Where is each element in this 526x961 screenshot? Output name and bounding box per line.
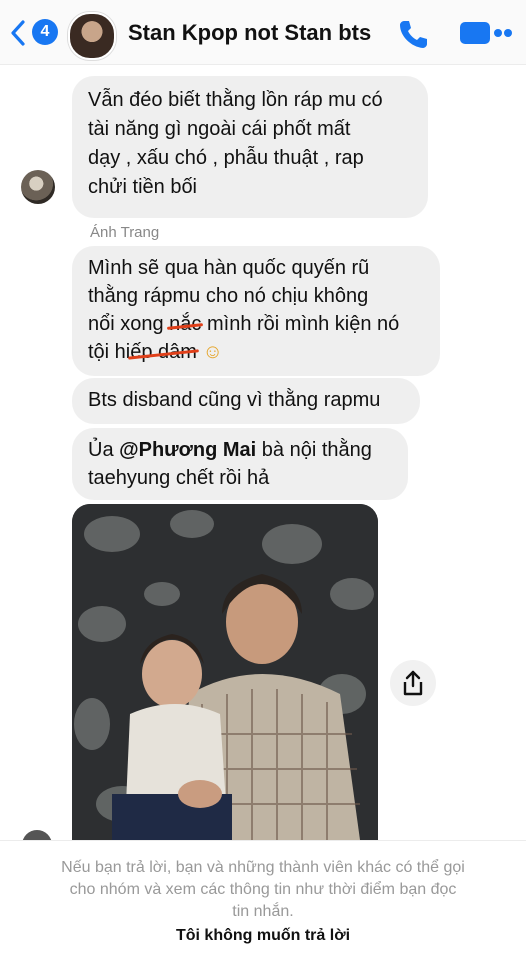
message-text: taehyung chết rồi hả [88,467,270,489]
scribbled-word: ếp dâm [130,338,197,366]
group-avatar[interactable] [68,12,116,60]
smiling-emoji: ☺ [196,341,223,363]
message-text: Bts disband cũng vì thằng rapmu [88,389,381,411]
phone-icon[interactable] [397,18,429,50]
message-text: Ủa @Phương Mai bà nội thằng [88,436,392,464]
scribbled-word: nắc [169,310,201,338]
mention-link[interactable]: @Phương Mai [119,439,256,461]
decline-reply-button[interactable]: Tôi không muốn trả lời [0,927,526,945]
notice-text: Nếu bạn trả lời, bạn và những thành viên… [61,859,465,876]
message-text: dạy , xấu chó , phẫu thuật , rap [88,147,364,169]
video-camera-icon[interactable] [458,19,514,47]
message-text: chửi tiền bối [88,176,198,198]
message-text: Ủa [88,439,120,461]
notice-text: tin nhắn. [232,903,294,920]
notice-text: cho nhóm và xem các thông tin như thời đ… [69,881,457,898]
back-button[interactable]: 4 [10,18,58,48]
photo-image [72,504,378,840]
message-bubble[interactable]: Mình sẽ qua hàn quốc quyến rũ thằng rápm… [72,246,440,376]
message-text: tài năng gì ngoài cái phốt mất [88,118,351,140]
sender-avatar[interactable] [22,830,52,840]
sender-avatar[interactable] [21,170,55,204]
chat-title[interactable]: Stan Kpop not Stan bts [128,20,371,46]
reply-notice: Nếu bạn trả lời, bạn và những thành viên… [30,857,496,923]
message-text: Mình sẽ qua hàn quốc quyến rũ [88,257,370,279]
message-text: nổi xong [88,313,170,335]
message-text: tội hi [88,341,131,363]
message-text: mình rồi mình kiện nó [201,313,400,335]
message-text: Vẫn đéo biết thằng lồn ráp mu có [88,89,383,111]
message-bubble[interactable]: Vẫn đéo biết thằng lồn ráp mu có tài năn… [72,76,428,218]
back-chevron-icon [11,20,25,46]
message-list[interactable]: Vẫn đéo biết thằng lồn ráp mu có tài năn… [0,64,526,840]
share-icon [403,670,423,696]
message-bubble[interactable]: Bts disband cũng vì thằng rapmu [72,378,420,424]
message-text: nổi xong nắc mình rồi mình kiện nó [88,310,424,338]
message-text: bà nội thằng [256,439,372,461]
message-bubble[interactable]: Ủa @Phương Mai bà nội thằng taehyung chế… [72,428,408,500]
message-request-footer: Nếu bạn trả lời, bạn và những thành viên… [0,840,526,961]
chat-header: 4 Stan Kpop not Stan bts [0,0,526,65]
message-text: tội hiếp dâm ☺ [88,338,424,366]
sender-name: Ánh Trang [90,224,160,241]
share-button[interactable] [390,660,436,706]
photo-attachment[interactable] [72,504,378,840]
unread-badge: 4 [32,19,58,45]
message-text: thằng rápmu cho nó chịu không [88,285,369,307]
